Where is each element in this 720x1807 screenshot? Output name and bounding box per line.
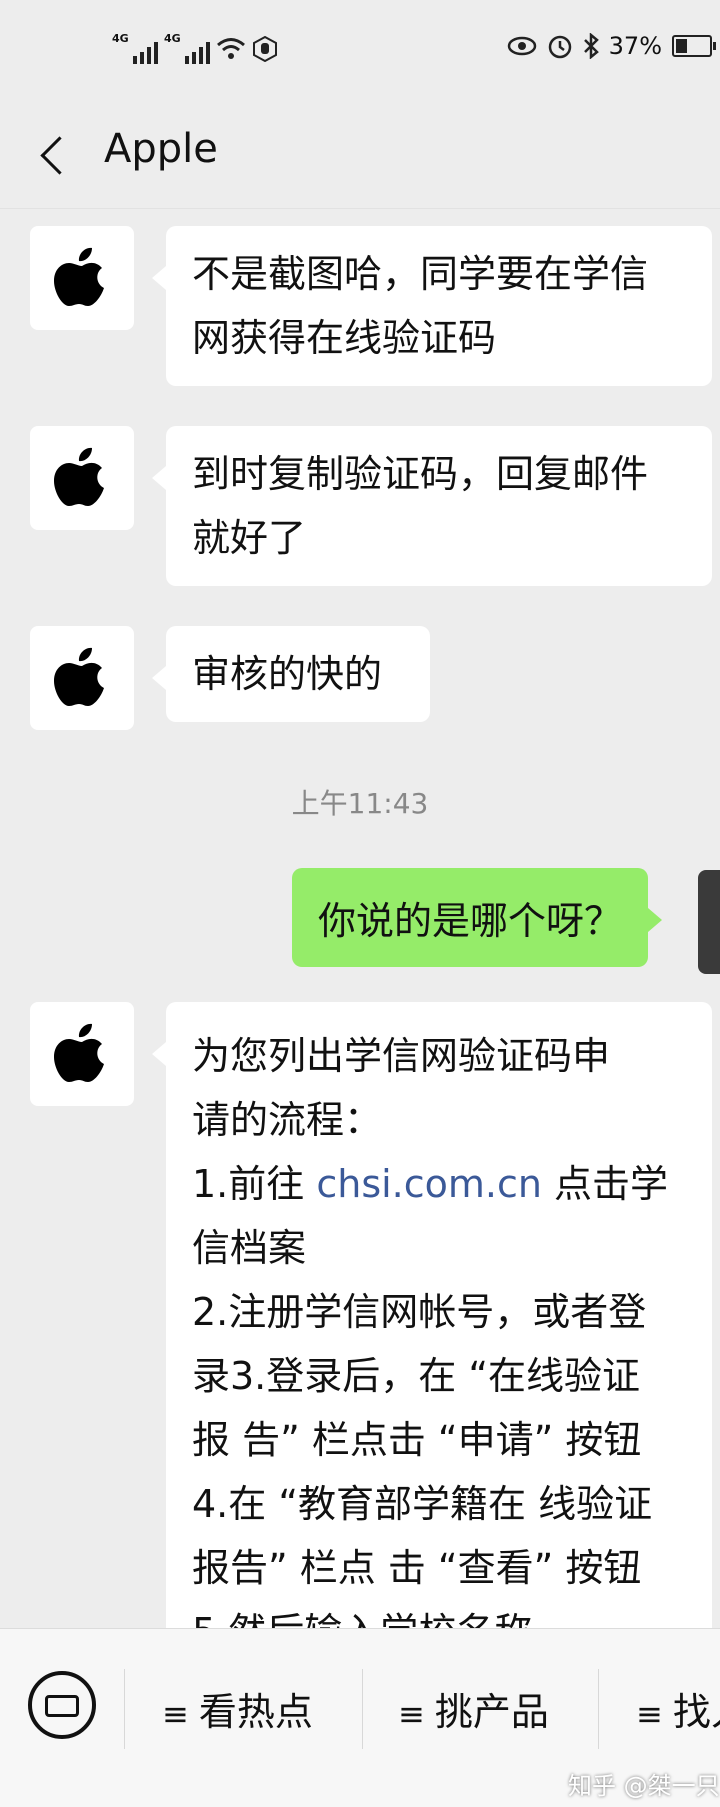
avatar[interactable] — [30, 226, 134, 330]
bluetooth-icon — [583, 33, 599, 59]
message-bubble[interactable]: 不是截图哈，同学要在学信 网获得在线验证码 — [152, 226, 712, 386]
battery-percent: 37% — [608, 32, 662, 60]
watermark: 知乎 @桀一只 — [568, 1772, 720, 1800]
menu-icon: ≡ — [162, 1695, 189, 1733]
timestamp: 上午11:43 — [291, 787, 429, 820]
apple-logo-icon — [54, 1023, 104, 1082]
avatar[interactable] — [30, 426, 134, 530]
signal-icon-2: 4G — [164, 32, 210, 64]
eye-icon — [507, 36, 536, 56]
message-bubble[interactable]: 到时复制验证码，回复邮件 就好了 — [152, 426, 712, 586]
avatar[interactable] — [30, 1002, 134, 1106]
chsi-link[interactable]: chsi.com.cn — [316, 1162, 542, 1206]
apple-logo-icon — [54, 247, 104, 306]
menu-item-find[interactable]: ≡找人 — [636, 1681, 720, 1736]
message-bubble[interactable]: 审核的快的 — [152, 626, 430, 722]
alarm-icon — [548, 35, 571, 59]
back-button[interactable] — [30, 124, 90, 184]
signal-icon: 4G — [112, 32, 158, 64]
chat-area[interactable]: 不是截图哈，同学要在学信 网获得在线验证码 到时复制验证码，回复邮件 就好了 审… — [0, 208, 720, 1628]
outgoing-bubble[interactable]: 你说的是哪个呀？ — [292, 868, 663, 967]
my-avatar[interactable] — [698, 870, 720, 974]
message-bubble[interactable]: 为您列出学信网验证码申 请的流程： 1.前往 chsi.com.cn 点击学 信… — [152, 1002, 712, 1628]
battery-icon — [672, 35, 716, 57]
apple-logo-icon — [54, 647, 104, 706]
menu-item-hot[interactable]: ≡ 看热点 — [162, 1681, 313, 1736]
keyboard-icon — [45, 1695, 79, 1717]
apple-logo-icon — [54, 447, 104, 506]
chat-title: Apple — [104, 126, 218, 172]
keyboard-toggle-button[interactable] — [28, 1671, 96, 1739]
avatar[interactable] — [30, 626, 134, 730]
menu-item-products[interactable]: ≡ 挑产品 — [398, 1681, 549, 1736]
divider — [598, 1669, 599, 1749]
divider — [124, 1669, 125, 1749]
wifi-icon — [217, 38, 245, 59]
menu-icon: ≡ — [636, 1695, 663, 1733]
divider — [362, 1669, 363, 1749]
menu-icon: ≡ — [398, 1695, 425, 1733]
chat-header: Apple — [0, 104, 720, 209]
status-bar: 4G 4G 37% — [0, 0, 720, 104]
hand-icon — [253, 36, 277, 62]
